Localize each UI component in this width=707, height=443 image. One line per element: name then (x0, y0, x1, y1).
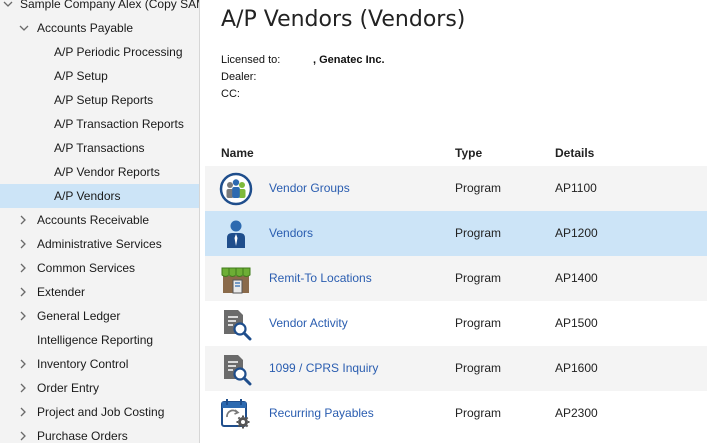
program-type: Program (455, 181, 502, 195)
program-type: Program (455, 361, 502, 375)
column-header-details[interactable]: Details (555, 146, 594, 160)
program-type: Program (455, 406, 502, 420)
tree-item-ap-periodic-processing[interactable]: A/P Periodic Processing (0, 40, 199, 64)
tree-item-label: A/P Vendors (54, 189, 121, 203)
program-details: AP2300 (555, 406, 598, 420)
chevron-right-icon[interactable] (19, 304, 31, 328)
tree-item-label: Sample Company Alex (Copy SAM (20, 0, 200, 11)
tree-item-ap-transactions[interactable]: A/P Transactions (0, 136, 199, 160)
program-details: AP1500 (555, 316, 598, 330)
tree-item-project-and-job-costing[interactable]: Project and Job Costing (0, 400, 199, 424)
column-header-name[interactable]: Name (221, 146, 254, 160)
tree-item-extender[interactable]: Extender (0, 280, 199, 304)
storefront-icon (219, 262, 253, 296)
program-details: AP1400 (555, 271, 598, 285)
tree-item-label: A/P Setup (54, 69, 108, 83)
chevron-right-icon[interactable] (19, 208, 31, 232)
chevron-down-icon[interactable] (19, 16, 31, 40)
chevron-right-icon[interactable] (19, 256, 31, 280)
licensed-to-value: , Genatec Inc. (313, 54, 385, 66)
program-row[interactable]: Vendor Groups Program AP1100 (205, 166, 707, 211)
tree-item-label: A/P Transaction Reports (54, 117, 184, 131)
program-name-link[interactable]: Remit-To Locations (269, 256, 372, 301)
tree-item-label: A/P Vendor Reports (54, 165, 160, 179)
vendor-person-icon (219, 217, 253, 251)
calendar-gear-icon (219, 397, 253, 431)
document-search-icon (219, 307, 253, 341)
program-row[interactable]: Vendors Program AP1200 (205, 211, 707, 256)
program-type: Program (455, 226, 502, 240)
tree-item-purchase-orders[interactable]: Purchase Orders (0, 424, 199, 443)
tree-item-label: Project and Job Costing (37, 405, 165, 419)
licensed-to-row: Licensed to: , Genatec Inc. (221, 53, 385, 67)
chevron-right-icon[interactable] (19, 424, 31, 443)
dealer-row: Dealer: (221, 70, 313, 84)
tree-item-order-entry[interactable]: Order Entry (0, 376, 199, 400)
tree-item-company[interactable]: Sample Company Alex (Copy SAM (0, 0, 199, 16)
tree-item-label: Extender (37, 285, 86, 299)
document-search-icon (219, 352, 253, 386)
vendor-groups-icon (219, 172, 253, 206)
page-title: A/P Vendors (Vendors) (221, 7, 466, 32)
program-type: Program (455, 271, 502, 285)
program-name-link[interactable]: Vendor Activity (269, 301, 348, 346)
chevron-right-icon[interactable] (19, 232, 31, 256)
tree-item-ap-vendors[interactable]: A/P Vendors (0, 184, 199, 208)
cc-label: CC: (221, 88, 240, 100)
tree-item-label: Purchase Orders (37, 429, 128, 443)
program-details: AP1200 (555, 226, 598, 240)
tree-item-label: Administrative Services (37, 237, 162, 251)
chevron-down-icon[interactable] (3, 0, 15, 16)
tree-item-label: Common Services (37, 261, 136, 275)
program-type: Program (455, 316, 502, 330)
tree-item-inventory-control[interactable]: Inventory Control (0, 352, 199, 376)
column-header-type[interactable]: Type (455, 146, 482, 160)
tree-item-ap-setup-reports[interactable]: A/P Setup Reports (0, 88, 199, 112)
program-name-link[interactable]: 1099 / CPRS Inquiry (269, 346, 378, 391)
program-details: AP1600 (555, 361, 598, 375)
tree-item-label: Accounts Payable (37, 21, 134, 35)
tree-item-ap-setup[interactable]: A/P Setup (0, 64, 199, 88)
program-name-link[interactable]: Vendors (269, 211, 313, 256)
program-row[interactable]: Remit-To Locations Program AP1400 (205, 256, 707, 301)
chevron-right-icon[interactable] (19, 352, 31, 376)
tree-item-label: Order Entry (37, 381, 100, 395)
main-panel: A/P Vendors (Vendors) Licensed to: , Gena… (205, 0, 707, 443)
tree-item-ap-transaction-reports[interactable]: A/P Transaction Reports (0, 112, 199, 136)
tree-item-label: Accounts Receivable (37, 213, 150, 227)
program-name-link[interactable]: Vendor Groups (269, 166, 350, 211)
licensed-to-label: Licensed to: (221, 54, 281, 66)
cc-row: CC: (221, 87, 313, 101)
tree-item-accounts-payable[interactable]: Accounts Payable (0, 16, 199, 40)
program-row[interactable]: 1099 / CPRS Inquiry Program AP1600 (205, 346, 707, 391)
program-name-link[interactable]: Recurring Payables (269, 391, 374, 436)
tree-item-label: A/P Transactions (54, 141, 145, 155)
chevron-right-icon[interactable] (19, 400, 31, 424)
dealer-label: Dealer: (221, 71, 257, 83)
program-row[interactable]: Recurring Payables Program AP2300 (205, 391, 707, 436)
tree-item-intelligence-reporting[interactable]: Intelligence Reporting (0, 328, 199, 352)
chevron-right-icon[interactable] (19, 280, 31, 304)
tree-item-label: A/P Setup Reports (54, 93, 154, 107)
tree-item-label: Intelligence Reporting (37, 333, 154, 347)
tree-item-label: A/P Periodic Processing (54, 45, 183, 59)
tree-item-label: Inventory Control (37, 357, 129, 371)
tree-item-label: General Ledger (37, 309, 121, 323)
tree-item-administrative-services[interactable]: Administrative Services (0, 232, 199, 256)
program-details: AP1100 (555, 181, 597, 195)
program-row[interactable]: Vendor Activity Program AP1500 (205, 301, 707, 346)
tree-item-general-ledger[interactable]: General Ledger (0, 304, 199, 328)
navigation-tree[interactable]: Sample Company Alex (Copy SAM Accounts P… (0, 0, 200, 443)
tree-item-common-services[interactable]: Common Services (0, 256, 199, 280)
chevron-right-icon[interactable] (19, 376, 31, 400)
tree-item-ap-vendor-reports[interactable]: A/P Vendor Reports (0, 160, 199, 184)
tree-item-accounts-receivable[interactable]: Accounts Receivable (0, 208, 199, 232)
